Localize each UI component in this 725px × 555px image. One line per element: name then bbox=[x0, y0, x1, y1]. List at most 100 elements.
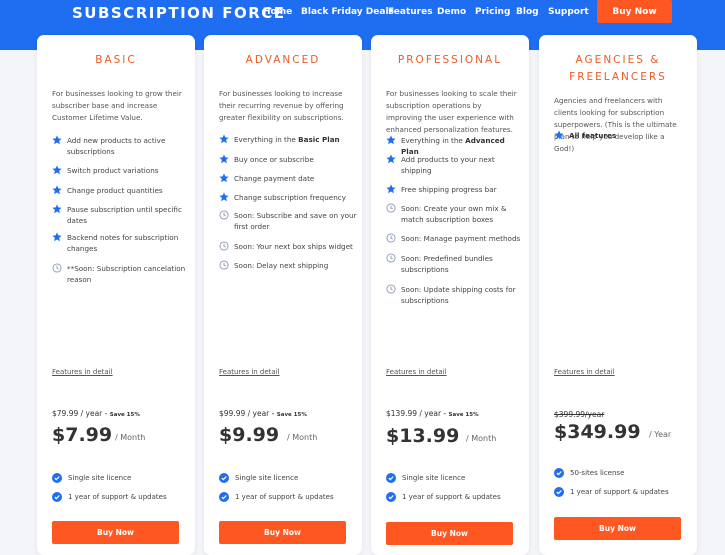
clock-icon bbox=[219, 260, 229, 270]
star-icon bbox=[386, 135, 396, 145]
check-circle-icon bbox=[52, 473, 62, 483]
feature-text: Pause subscription until specific dates bbox=[67, 204, 190, 226]
feature-text: Change payment date bbox=[234, 173, 314, 184]
licence-item: Single site licence bbox=[386, 473, 465, 483]
pricing-card: BASIC For businesses looking to grow thei… bbox=[37, 35, 195, 555]
plan-description: For businesses looking to scale their su… bbox=[386, 89, 517, 134]
feature-item: Soon: Update shipping costs for subscrip… bbox=[386, 284, 524, 306]
plan-description: For businesses looking to grow their sub… bbox=[52, 89, 182, 122]
yearly-price-value: $399.99/year bbox=[554, 410, 605, 419]
nav-support[interactable]: Support bbox=[548, 7, 589, 17]
feature-text: Soon: Manage payment methods bbox=[401, 233, 520, 244]
buy-now-button[interactable]: Buy Now bbox=[554, 517, 681, 540]
nav-blog[interactable]: Blog bbox=[516, 7, 539, 17]
licence-item: 1 year of support & updates bbox=[386, 492, 501, 502]
clock-icon bbox=[219, 241, 229, 251]
header-buy-now-button[interactable]: Buy Now bbox=[597, 0, 672, 23]
price-amount: $13.99 bbox=[386, 425, 460, 447]
check-circle-icon bbox=[386, 473, 396, 483]
check-circle-icon bbox=[219, 492, 229, 502]
feature-text: Soon: Update shipping costs for subscrip… bbox=[401, 284, 524, 306]
save-badge: Save 15% bbox=[448, 412, 479, 418]
feature-text-plain: Change payment date bbox=[234, 174, 315, 183]
features-in-detail-link[interactable]: Features in detail bbox=[52, 368, 113, 376]
nav-black-friday-deals[interactable]: Black Friday Deals bbox=[301, 7, 394, 17]
feature-item: Change subscription frequency bbox=[219, 192, 357, 203]
plan-description: Agencies and freelancers with clients lo… bbox=[554, 96, 677, 153]
feature-text: Add products to your next shipping bbox=[401, 154, 524, 176]
yearly-price: $79.99 / year - Save 15% bbox=[52, 409, 140, 418]
price-period: / Year bbox=[649, 430, 672, 439]
pricing-card: AGENCIES & FREELANCERS Agencies and freela… bbox=[539, 35, 697, 555]
feature-text-plain: Backend notes for subscription changes bbox=[67, 233, 179, 253]
feature-text: Change product quantities bbox=[67, 185, 163, 196]
licence-item: 1 year of support & updates bbox=[52, 492, 167, 502]
buy-now-button[interactable]: Buy Now bbox=[52, 521, 179, 544]
feature-text: Change subscription frequency bbox=[234, 192, 346, 203]
star-icon bbox=[219, 192, 229, 202]
feature-item: Change product quantities bbox=[52, 185, 190, 196]
feature-text-plain: Soon: Predefined bundles subscriptions bbox=[401, 254, 493, 274]
feature-text-plain: **Soon: Subscription cancelation reason bbox=[67, 264, 186, 284]
feature-item: Pause subscription until specific dates bbox=[52, 204, 190, 226]
star-icon bbox=[219, 134, 229, 144]
feature-text-bold: All features bbox=[569, 131, 617, 140]
star-icon bbox=[219, 173, 229, 183]
licence-text: Single site licence bbox=[402, 474, 466, 482]
licence-text: Single site licence bbox=[235, 474, 299, 482]
yearly-price-value: $99.99 / year bbox=[219, 409, 270, 418]
yearly-price: $399.99/year bbox=[554, 410, 604, 419]
feature-text: Everything in the Basic Plan bbox=[234, 134, 340, 145]
brand-logo[interactable]: SUBSCRIPTION FORCE bbox=[72, 4, 286, 22]
yearly-price-value: $79.99 / year bbox=[52, 409, 103, 418]
nav-home[interactable]: Home bbox=[263, 7, 292, 17]
pricing-card: ADVANCED For businesses looking to increa… bbox=[204, 35, 362, 555]
licence-text: Single site licence bbox=[68, 474, 132, 482]
check-circle-icon bbox=[554, 468, 564, 478]
star-icon bbox=[386, 154, 396, 164]
feature-text-plain: Soon: Create your own mix & match subscr… bbox=[401, 204, 507, 224]
feature-text: Buy once or subscribe bbox=[234, 154, 314, 165]
dash-separator: - bbox=[269, 409, 277, 418]
star-icon bbox=[52, 165, 62, 175]
licence-text: 1 year of support & updates bbox=[235, 493, 334, 501]
feature-text: Soon: Delay next shipping bbox=[234, 260, 328, 271]
feature-text-plain: Add new products to active subscriptions bbox=[67, 136, 166, 156]
feature-text-plain: Soon: Subscribe and save on your first o… bbox=[234, 211, 357, 231]
feature-item: Backend notes for subscription changes bbox=[52, 232, 190, 254]
licence-text: 1 year of support & updates bbox=[570, 488, 669, 496]
feature-text-plain: Free shipping progress bar bbox=[401, 185, 497, 194]
feature-text-plain: Soon: Delay next shipping bbox=[234, 261, 329, 270]
price-period: / Month bbox=[466, 434, 497, 443]
star-icon bbox=[52, 135, 62, 145]
feature-text-plain: Pause subscription until specific dates bbox=[67, 205, 182, 225]
nav-features[interactable]: Features bbox=[388, 7, 433, 17]
pricing-card: PROFESSIONAL For businesses looking to sc… bbox=[371, 35, 529, 555]
clock-icon bbox=[386, 233, 396, 243]
buy-now-button[interactable]: Buy Now bbox=[219, 521, 346, 544]
star-icon bbox=[554, 130, 564, 140]
feature-item: Soon: Subscribe and save on your first o… bbox=[219, 210, 357, 232]
nav-pricing[interactable]: Pricing bbox=[475, 7, 510, 17]
features-in-detail-link[interactable]: Features in detail bbox=[386, 368, 447, 376]
plan-title: BASIC bbox=[95, 54, 137, 66]
features-in-detail-link[interactable]: Features in detail bbox=[554, 368, 615, 376]
feature-text: Add new products to active subscriptions bbox=[67, 135, 190, 157]
feature-text-plain: Soon: Your next box ships widget bbox=[234, 242, 353, 251]
plan-title: AGENCIES & bbox=[575, 54, 661, 66]
clock-icon bbox=[386, 253, 396, 263]
feature-text-bold: Basic Plan bbox=[298, 135, 340, 144]
feature-item: **Soon: Subscription cancelation reason bbox=[52, 263, 190, 285]
feature-text-plain: Everything in the bbox=[401, 136, 466, 145]
yearly-price: $139.99 / year - Save 15% bbox=[386, 409, 479, 418]
buy-now-button[interactable]: Buy Now bbox=[386, 522, 513, 545]
nav-demo[interactable]: Demo bbox=[437, 7, 466, 17]
feature-text-plain: Soon: Update shipping costs for subscrip… bbox=[401, 285, 516, 305]
feature-item: Soon: Your next box ships widget bbox=[219, 241, 357, 252]
feature-item: Soon: Manage payment methods bbox=[386, 233, 524, 244]
check-circle-icon bbox=[554, 487, 564, 497]
feature-item: Free shipping progress bar bbox=[386, 184, 524, 195]
feature-text: Soon: Your next box ships widget bbox=[234, 241, 353, 252]
feature-text: Free shipping progress bar bbox=[401, 184, 497, 195]
features-in-detail-link[interactable]: Features in detail bbox=[219, 368, 280, 376]
